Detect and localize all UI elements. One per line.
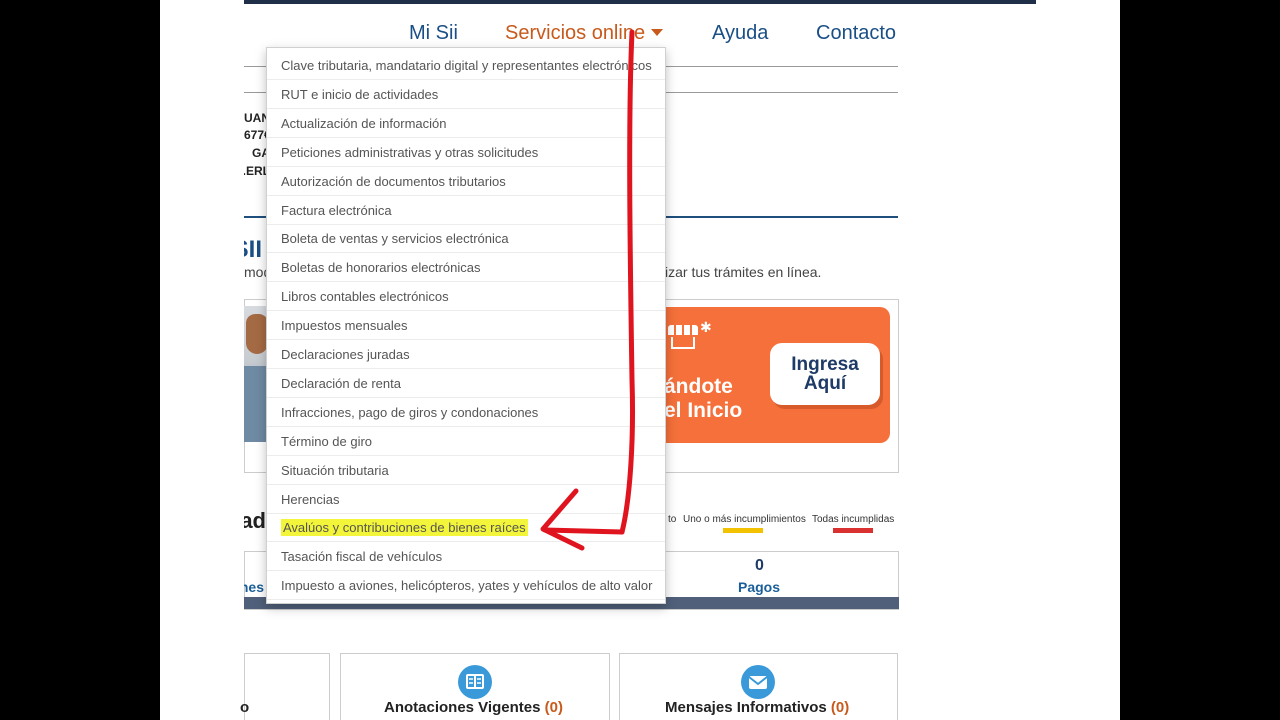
envelope-icon xyxy=(741,665,775,699)
dropdown-item-label: Impuestos mensuales xyxy=(281,318,408,334)
dropdown-item[interactable]: Boleta de ventas y servicios electrónica xyxy=(267,224,665,254)
dropdown-item[interactable]: Peticiones administrativas y otras solic… xyxy=(267,138,665,167)
dropdown-item[interactable]: Tasación fiscal de vehículos xyxy=(267,542,665,572)
dropdown-item[interactable]: Herencias xyxy=(267,485,665,514)
dropdown-item-label: Término de giro xyxy=(281,433,373,449)
dropdown-item[interactable]: Infracciones, pago de giros y condonacio… xyxy=(267,398,665,427)
dropdown-item-label: Boleta de ventas y servicios electrónica xyxy=(281,231,509,247)
nav-ayuda[interactable]: Ayuda xyxy=(712,22,768,45)
dropdown-item[interactable]: Clave tributaria, mandatario digital y r… xyxy=(267,51,665,80)
card-left[interactable] xyxy=(244,653,330,720)
dropdown-item[interactable]: Libros contables electrónicos xyxy=(267,282,665,312)
legend-swatch-red xyxy=(833,528,873,533)
dropdown-item-label: Declaración de renta xyxy=(281,375,401,391)
dropdown-item[interactable]: Impuesto a aviones, helicópteros, yates … xyxy=(267,571,665,601)
mensajes-label: Mensajes Informativos xyxy=(665,699,827,716)
dropdown-item[interactable]: Término de giro xyxy=(267,427,665,456)
stat-left-label[interactable]: nes xyxy=(244,579,264,595)
pagos-count: 0 xyxy=(755,557,764,574)
legend-label: Uno o más incumplimientos xyxy=(683,514,806,525)
promo-line-2: el Inicio xyxy=(664,399,743,422)
nav-servicios-label: Servicios online xyxy=(505,22,646,44)
nav-servicios-online[interactable]: Servicios online xyxy=(505,22,664,45)
dropdown-item-label: Libros contables electrónicos xyxy=(281,289,449,305)
dropdown-item-label: Impuesto a aviones, helicópteros, yates … xyxy=(281,578,653,594)
book-icon xyxy=(458,665,492,699)
promo-banner[interactable]: ✱ ándote el Inicio Ingresa Aquí xyxy=(662,307,890,443)
dropdown-item[interactable]: Declaraciones juradas xyxy=(267,340,665,369)
sii-page: Mi Sii Servicios online Ayuda Contacto U… xyxy=(160,0,1120,720)
compliance-heading: dad xyxy=(244,508,266,533)
dropdown-item-highlighted[interactable]: Avalúos y contribuciones de bienes raíce… xyxy=(267,513,665,543)
top-bar xyxy=(244,0,1036,4)
screenshot-stage: Mi Sii Servicios online Ayuda Contacto U… xyxy=(0,0,1280,720)
dropdown-item[interactable]: Declaración de renta xyxy=(267,369,665,398)
section-subtitle-left: moda xyxy=(244,264,266,280)
dropdown-item[interactable]: Actualización de información xyxy=(267,109,665,138)
dropdown-item-label: Factura electrónica xyxy=(281,202,392,218)
dropdown-item-label: Actualización de información xyxy=(281,115,447,131)
pagos-link[interactable]: Pagos xyxy=(738,579,780,595)
dropdown-item-label: RUT e inicio de actividades xyxy=(281,86,439,102)
nav-contacto[interactable]: Contacto xyxy=(816,22,896,45)
card-left-title: o xyxy=(240,699,250,716)
legend-swatch-yellow xyxy=(723,528,763,533)
section-subtitle-right: izar tus trámites en línea. xyxy=(665,264,822,280)
promo-line-1: ándote xyxy=(664,375,733,398)
dropdown-item-label: Situación tributaria xyxy=(281,462,389,478)
dropdown-item-label: Avalúos y contribuciones de bienes raíce… xyxy=(281,519,528,537)
legend-label: to xyxy=(668,514,677,525)
dropdown-item-label: Tasación fiscal de vehículos xyxy=(281,549,443,565)
dropdown-item-label: Autorización de documentos tributarios xyxy=(281,173,506,189)
nav-mi-sii[interactable]: Mi Sii xyxy=(409,22,458,45)
dropdown-item-label: Peticiones administrativas y otras solic… xyxy=(281,144,539,160)
ingresa-aqui-button[interactable]: Ingresa Aquí xyxy=(770,343,880,405)
shop-icon xyxy=(668,325,698,349)
dropdown-item-label: Clave tributaria, mandatario digital y r… xyxy=(281,58,652,73)
dropdown-item-label: Infracciones, pago de giros y condonacio… xyxy=(281,404,539,420)
anotaciones-label: Anotaciones Vigentes xyxy=(384,699,541,716)
dropdown-item[interactable]: Impuestos mensuales xyxy=(267,311,665,341)
servicios-online-dropdown: Clave tributaria, mandatario digital y r… xyxy=(266,47,666,604)
dropdown-item[interactable]: Boletas de honorarios electrónicas xyxy=(267,253,665,283)
dropdown-item[interactable]: Factura electrónica xyxy=(267,196,665,225)
star-icon: ✱ xyxy=(700,319,712,335)
caret-down-icon xyxy=(651,29,664,36)
anotaciones-count: (0) xyxy=(544,699,563,716)
dropdown-item[interactable]: Autorización de documentos tributarios xyxy=(267,167,665,196)
dropdown-item-label: Boletas de honorarios electrónicas xyxy=(281,260,481,276)
dropdown-item-label: Herencias xyxy=(281,491,340,507)
legend-label: Todas incumplidas xyxy=(812,514,895,525)
anotaciones-title: Anotaciones Vigentes (0) xyxy=(384,699,563,716)
dropdown-item[interactable]: RUT e inicio de actividades xyxy=(267,80,665,109)
dropdown-item-label: Declaraciones juradas xyxy=(281,347,410,362)
mensajes-title: Mensajes Informativos (0) xyxy=(665,699,849,716)
dropdown-item[interactable]: Situación tributaria xyxy=(267,456,665,485)
section-heading: SII xyxy=(244,236,262,263)
mensajes-count: (0) xyxy=(830,699,850,716)
